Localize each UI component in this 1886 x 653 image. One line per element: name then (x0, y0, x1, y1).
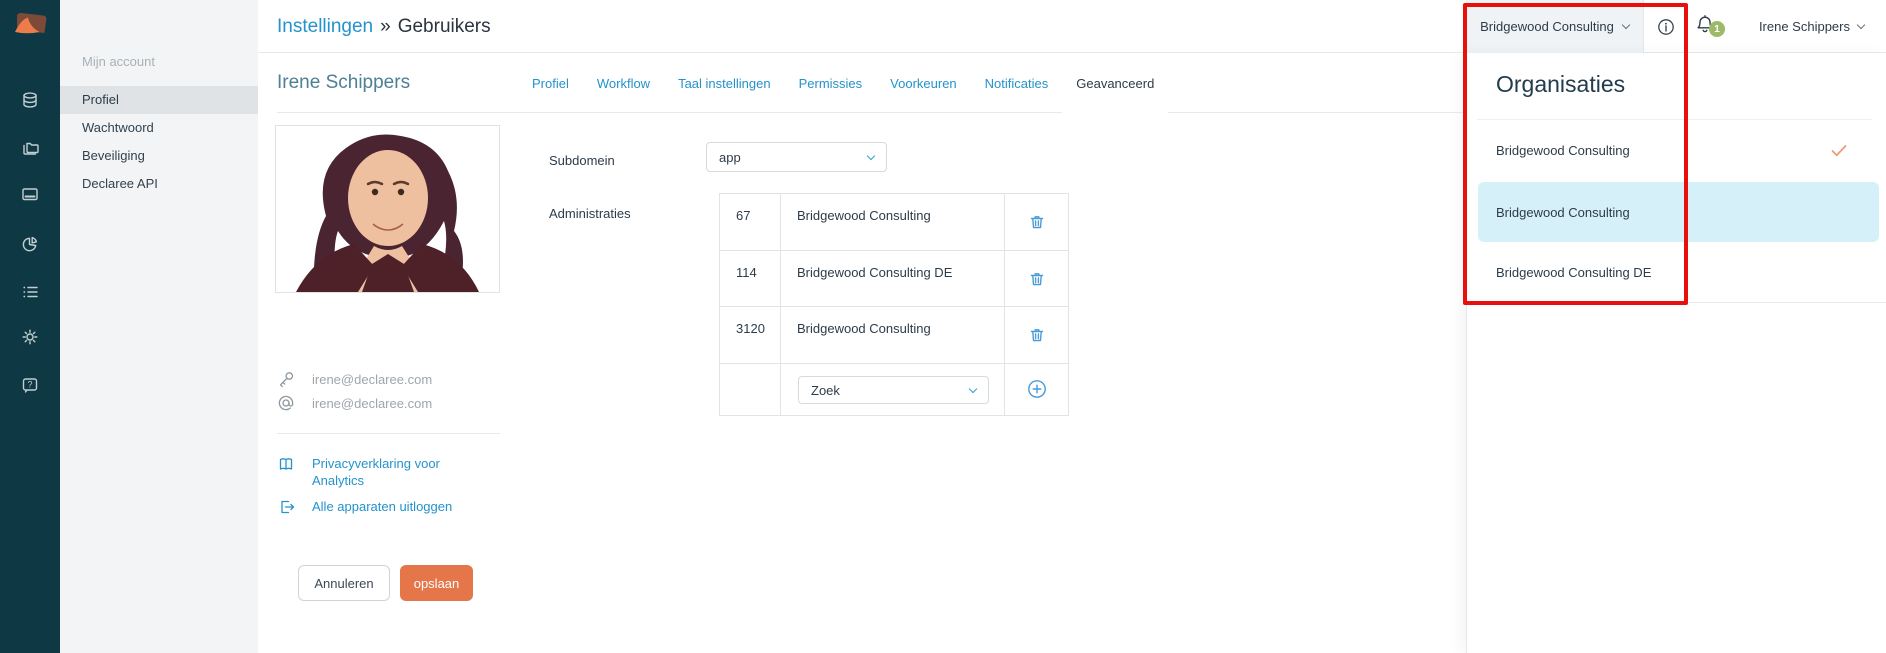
subdomain-select[interactable]: app (706, 142, 887, 172)
delete-button[interactable] (1024, 209, 1050, 235)
plus-circle-icon (1026, 378, 1048, 400)
sidebar-item-wachtwoord[interactable]: Wachtwoord (60, 114, 258, 142)
help-icon[interactable]: ? (20, 375, 40, 395)
profile-divider (277, 433, 500, 434)
contact-email: irene@declaree.com (312, 396, 432, 411)
analytics-icon[interactable] (20, 234, 40, 254)
org-option-label: Bridgewood Consulting (1496, 143, 1630, 158)
contact-email-row: irene@declaree.com (277, 394, 432, 412)
sidebar-item-declaree-api[interactable]: Declaree API (60, 170, 258, 198)
delete-button[interactable] (1024, 322, 1050, 348)
login-email: irene@declaree.com (312, 372, 432, 387)
declaree-logo (7, 6, 53, 40)
tab-geavanceerd[interactable]: Geavanceerd (1062, 53, 1168, 113)
at-icon (277, 394, 295, 412)
info-button[interactable] (1643, 0, 1687, 53)
org-option-highlighted[interactable]: Bridgewood Consulting (1478, 182, 1879, 242)
save-button[interactable]: opslaan (400, 565, 473, 601)
administration-search-select[interactable]: Zoek (798, 376, 989, 404)
book-icon (277, 455, 295, 489)
org-option[interactable]: Bridgewood Consulting (1467, 119, 1886, 182)
subdomain-value: app (719, 150, 741, 165)
breadcrumb-separator: » (380, 16, 391, 38)
tab-voorkeuren[interactable]: Voorkeuren (876, 53, 971, 113)
key-icon (277, 370, 295, 388)
app-window: ? Mijn account Profiel Wachtwoord Beveil… (0, 0, 1886, 653)
tab-profiel[interactable]: Profiel (518, 53, 583, 113)
administration-id: 3120 (720, 307, 781, 364)
administration-name: Bridgewood Consulting DE (781, 251, 1005, 307)
table-row: 67 Bridgewood Consulting (720, 194, 1069, 251)
check-icon (1830, 143, 1848, 159)
trash-icon (1027, 212, 1047, 232)
administration-id: 114 (720, 251, 781, 307)
card-icon[interactable] (20, 184, 40, 204)
trash-icon (1027, 325, 1047, 345)
administrations-label: Administraties (549, 206, 631, 221)
chevron-down-icon (1622, 21, 1630, 29)
privacy-link[interactable]: Privacyverklaring voor Analytics (312, 455, 462, 489)
org-switcher-label: Bridgewood Consulting (1480, 19, 1614, 34)
user-menu-button[interactable]: Irene Schippers (1740, 0, 1886, 53)
settings-icon[interactable] (20, 327, 40, 347)
folders-icon[interactable] (20, 138, 40, 158)
icon-rail: ? (0, 0, 60, 653)
table-row: Zoek (720, 364, 1069, 416)
org-option[interactable]: Bridgewood Consulting DE (1467, 242, 1886, 302)
logout-icon (277, 498, 295, 519)
administration-name: Bridgewood Consulting (781, 307, 1005, 364)
sidebar-item-profiel[interactable]: Profiel (60, 86, 258, 114)
logout-link[interactable]: Alle apparaten uitloggen (312, 498, 462, 519)
organisations-title: Organisaties (1496, 71, 1625, 98)
delete-button[interactable] (1024, 266, 1050, 292)
breadcrumb-parent-link[interactable]: Instellingen (277, 16, 373, 38)
trash-icon (1027, 269, 1047, 289)
chevron-down-icon (1857, 21, 1865, 29)
add-administration-button[interactable] (1024, 376, 1050, 402)
tab-taal-instellingen[interactable]: Taal instellingen (664, 53, 785, 113)
tab-notificaties[interactable]: Notificaties (971, 53, 1063, 113)
list-icon[interactable] (20, 282, 40, 302)
page-header: Instellingen » Gebruikers Bridgewood Con… (258, 0, 1886, 53)
administration-search-placeholder: Zoek (811, 383, 840, 398)
chevron-down-icon (867, 151, 875, 159)
user-menu-label: Irene Schippers (1759, 19, 1850, 34)
administration-name: Bridgewood Consulting (781, 194, 1005, 251)
notification-badge: 1 (1709, 21, 1725, 37)
info-icon (1657, 18, 1675, 36)
topbar: Bridgewood Consulting 1 Irene Schippers (1466, 0, 1886, 53)
sidebar-section-label: Mijn account (82, 54, 155, 69)
tab-bar: Profiel Workflow Taal instellingen Permi… (518, 53, 1168, 113)
notifications-button[interactable]: 1 (1687, 0, 1740, 53)
panel-divider (1467, 302, 1886, 303)
page-title: Irene Schippers (277, 53, 410, 112)
privacy-link-row[interactable]: Privacyverklaring voor Analytics (277, 455, 462, 489)
org-switcher-button[interactable]: Bridgewood Consulting (1466, 0, 1643, 53)
avatar (275, 125, 500, 293)
tab-workflow[interactable]: Workflow (583, 53, 664, 113)
svg-text:?: ? (27, 379, 32, 389)
cancel-button[interactable]: Annuleren (298, 565, 390, 601)
administrations-table: 67 Bridgewood Consulting 114 Bridgewood … (719, 193, 1069, 416)
org-option-label: Bridgewood Consulting DE (1496, 265, 1651, 280)
tab-permissies[interactable]: Permissies (785, 53, 877, 113)
subdomain-label: Subdomein (549, 153, 615, 168)
table-row: 3120 Bridgewood Consulting (720, 307, 1069, 364)
org-option-label: Bridgewood Consulting (1496, 205, 1630, 220)
sidebar-item-beveiliging[interactable]: Beveiliging (60, 142, 258, 170)
empty-cell (720, 364, 781, 416)
account-sidebar: Mijn account Profiel Wachtwoord Beveilig… (60, 0, 258, 653)
expenses-icon[interactable] (20, 90, 40, 110)
table-row: 114 Bridgewood Consulting DE (720, 251, 1069, 307)
organisations-panel: Organisaties Bridgewood Consulting Bridg… (1466, 53, 1886, 653)
breadcrumb-current: Gebruikers (398, 16, 491, 38)
logout-link-row[interactable]: Alle apparaten uitloggen (277, 498, 462, 519)
administration-id: 67 (720, 194, 781, 251)
chevron-down-icon (969, 384, 977, 392)
login-email-row: irene@declaree.com (277, 370, 432, 388)
breadcrumb: Instellingen » Gebruikers (277, 0, 491, 53)
